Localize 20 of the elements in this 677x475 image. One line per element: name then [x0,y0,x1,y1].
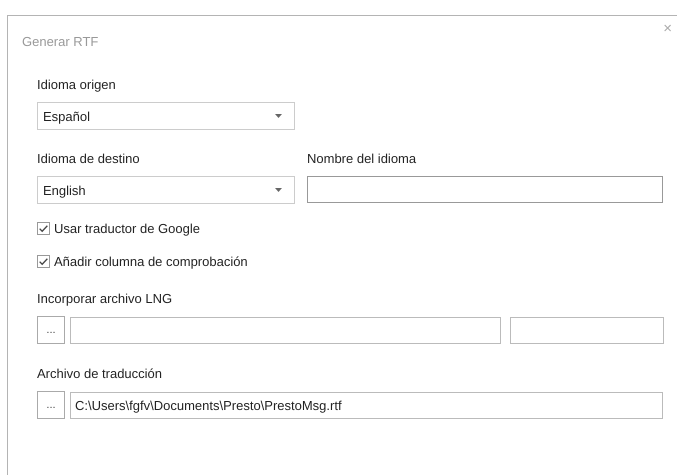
browse-button[interactable]: ... [37,316,65,344]
window-title: Generar RTF [22,34,100,49]
dropdown[interactable]: Español [37,102,295,130]
checkbox[interactable] [37,254,50,268]
checkbox-label: Usar traductor de Google [54,220,200,236]
checkbox[interactable] [37,222,50,234]
browse-button[interactable]: ... [37,391,65,419]
field-label: Nombre del idioma [307,150,418,168]
field-label: Idioma origen [37,76,117,94]
file-path-field[interactable]: C:\Users\fgfv\Documents\Presto\PrestoMsg.rtf [70,392,663,418]
dropdown[interactable]: English [37,176,295,204]
file-path-field[interactable] [70,316,501,344]
field-label: Archivo de traducción [37,365,164,383]
text-field[interactable] [510,316,664,344]
caret-icon [275,114,282,118]
checkbox-label: Añadir columna de comprobación [54,254,248,268]
text-field[interactable] [307,176,663,203]
field-label: Idioma de destino [37,150,141,168]
field-label: Incorporar archivo LNG [37,290,174,308]
caret-icon [275,188,282,192]
